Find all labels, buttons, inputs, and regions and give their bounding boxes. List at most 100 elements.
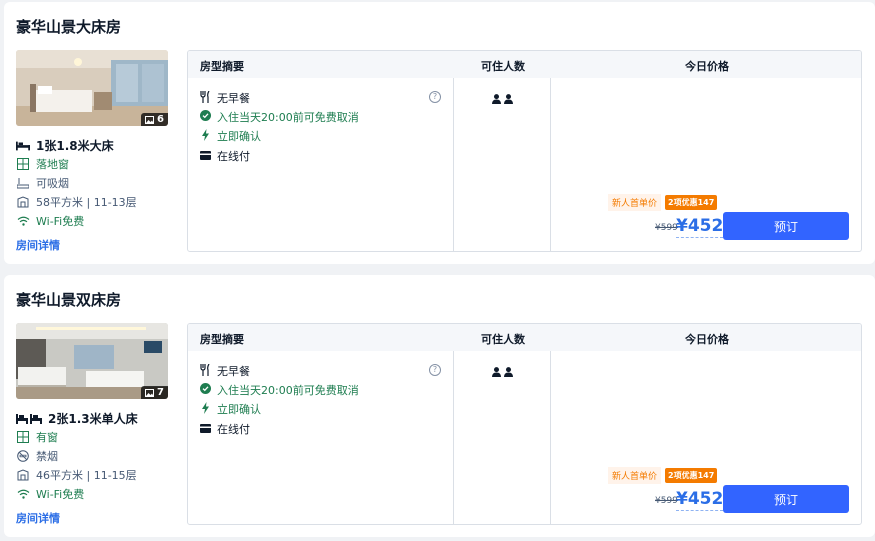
room-details-link[interactable]: 房间详情 xyxy=(16,510,60,526)
wifi-feature: Wi-Fi免费 xyxy=(16,486,84,502)
promo-tags: 新人首单价 2项优惠147 xyxy=(608,467,718,484)
bed-type: 1张1.8米大床 xyxy=(16,137,114,154)
breakfast-policy: 无早餐 xyxy=(200,90,250,106)
column-divider xyxy=(453,78,454,251)
wifi-icon xyxy=(16,488,30,500)
person-icon xyxy=(504,367,513,377)
column-divider xyxy=(453,351,454,524)
occupancy-persons xyxy=(492,94,513,104)
room-photo[interactable]: 6 xyxy=(16,50,168,126)
help-icon[interactable]: ? xyxy=(429,91,441,103)
breakfast-label: 无早餐 xyxy=(217,92,250,105)
original-price: ¥599 xyxy=(655,496,678,506)
confirm-policy: 立即确认 xyxy=(200,128,261,144)
current-price[interactable]: ¥452 xyxy=(676,489,724,511)
cutlery-icon xyxy=(200,90,211,106)
rate-table: 房型摘要 可住人数 今日价格 无早餐 入住当天20:00前可免费取消 立即确认 … xyxy=(187,50,862,252)
header-price: 今日价格 xyxy=(685,60,729,73)
card-icon xyxy=(200,423,211,436)
room-title: 豪华山景大床房 xyxy=(16,18,122,36)
bed-type-label: 1张1.8米大床 xyxy=(36,139,114,153)
area-floor-feature: 46平方米 | 11-15层 xyxy=(16,467,137,483)
window-feature: 有窗 xyxy=(16,429,58,445)
room-card: 豪华山景大床房 6 1张1.8米大床 落地窗 可吸烟 58平方米 | 11-13… xyxy=(4,2,875,264)
photo-icon xyxy=(145,388,155,397)
card-icon xyxy=(200,150,211,163)
payment-policy: 在线付 xyxy=(200,421,250,437)
person-icon xyxy=(492,367,501,377)
confirm-policy: 立即确认 xyxy=(200,401,261,417)
rate-table: 房型摘要 可住人数 今日价格 无早餐 入住当天20:00前可免费取消 立即确认 … xyxy=(187,323,862,525)
wifi-feature: Wi-Fi免费 xyxy=(16,213,84,229)
cancel-label: 入住当天20:00前可免费取消 xyxy=(217,111,359,124)
window-label: 有窗 xyxy=(36,431,58,444)
occupancy-persons xyxy=(492,367,513,377)
window-icon xyxy=(16,158,30,170)
photo-count-badge: 6 xyxy=(141,113,168,126)
window-icon xyxy=(16,431,30,443)
photo-count: 7 xyxy=(157,387,164,398)
original-price: ¥599 xyxy=(655,223,678,233)
payment-label: 在线付 xyxy=(217,150,250,163)
smoking-label: 可吸烟 xyxy=(36,177,69,190)
room-card: 豪华山景双床房 7 2张1.3米单人床 有窗 禁烟 46平方米 | 11-15层… xyxy=(4,275,875,537)
check-circle-icon xyxy=(200,383,211,397)
smoking-feature: 禁烟 xyxy=(16,448,58,464)
check-circle-icon xyxy=(200,110,211,124)
new-user-price-tag: 新人首单价 xyxy=(608,194,662,211)
bed-type: 2张1.3米单人床 xyxy=(16,410,138,427)
wifi-icon xyxy=(16,215,30,227)
window-label: 落地窗 xyxy=(36,158,69,171)
discount-badge[interactable]: 2项优惠147 xyxy=(665,468,718,483)
smoking-label: 禁烟 xyxy=(36,450,58,463)
smoking-icon xyxy=(16,177,30,189)
area-icon xyxy=(16,196,30,208)
cancel-policy[interactable]: 入住当天20:00前可免费取消 xyxy=(200,382,359,398)
new-user-price-tag: 新人首单价 xyxy=(608,467,662,484)
photo-count-badge: 7 xyxy=(141,386,168,399)
no-smoking-icon xyxy=(16,450,30,462)
column-divider xyxy=(550,78,551,251)
area-icon xyxy=(16,469,30,481)
window-feature: 落地窗 xyxy=(16,156,69,172)
book-button[interactable]: 预订 xyxy=(723,212,849,240)
bed-icon xyxy=(16,413,42,425)
smoking-feature: 可吸烟 xyxy=(16,175,69,191)
wifi-label: Wi-Fi免费 xyxy=(36,488,85,501)
lightning-icon xyxy=(200,401,211,417)
room-title: 豪华山景双床房 xyxy=(16,291,122,309)
header-occupancy: 可住人数 xyxy=(481,333,525,346)
area-floor-feature: 58平方米 | 11-13层 xyxy=(16,194,137,210)
photo-icon xyxy=(145,115,155,124)
header-occupancy: 可住人数 xyxy=(481,60,525,73)
room-details-link[interactable]: 房间详情 xyxy=(16,237,60,253)
column-divider xyxy=(550,351,551,524)
cancel-policy[interactable]: 入住当天20:00前可免费取消 xyxy=(200,109,359,125)
help-icon[interactable]: ? xyxy=(429,364,441,376)
area-floor-label: 58平方米 | 11-13层 xyxy=(36,196,137,209)
person-icon xyxy=(504,94,513,104)
discount-badge[interactable]: 2项优惠147 xyxy=(665,195,718,210)
breakfast-policy: 无早餐 xyxy=(200,363,250,379)
promo-tags: 新人首单价 2项优惠147 xyxy=(608,194,718,211)
cutlery-icon xyxy=(200,363,211,379)
payment-policy: 在线付 xyxy=(200,148,250,164)
bed-type-label: 2张1.3米单人床 xyxy=(48,412,138,426)
cancel-label: 入住当天20:00前可免费取消 xyxy=(217,384,359,397)
current-price[interactable]: ¥452 xyxy=(676,216,724,238)
header-summary: 房型摘要 xyxy=(200,60,244,73)
confirm-label: 立即确认 xyxy=(217,130,261,143)
breakfast-label: 无早餐 xyxy=(217,365,250,378)
area-floor-label: 46平方米 | 11-15层 xyxy=(36,469,137,482)
person-icon xyxy=(492,94,501,104)
lightning-icon xyxy=(200,128,211,144)
bed-icon xyxy=(16,140,30,152)
rate-table-header: 房型摘要 可住人数 今日价格 xyxy=(188,51,861,78)
room-photo[interactable]: 7 xyxy=(16,323,168,399)
header-price: 今日价格 xyxy=(685,333,729,346)
payment-label: 在线付 xyxy=(217,423,250,436)
book-button[interactable]: 预订 xyxy=(723,485,849,513)
rate-table-header: 房型摘要 可住人数 今日价格 xyxy=(188,324,861,351)
photo-count: 6 xyxy=(157,114,164,125)
wifi-label: Wi-Fi免费 xyxy=(36,215,85,228)
